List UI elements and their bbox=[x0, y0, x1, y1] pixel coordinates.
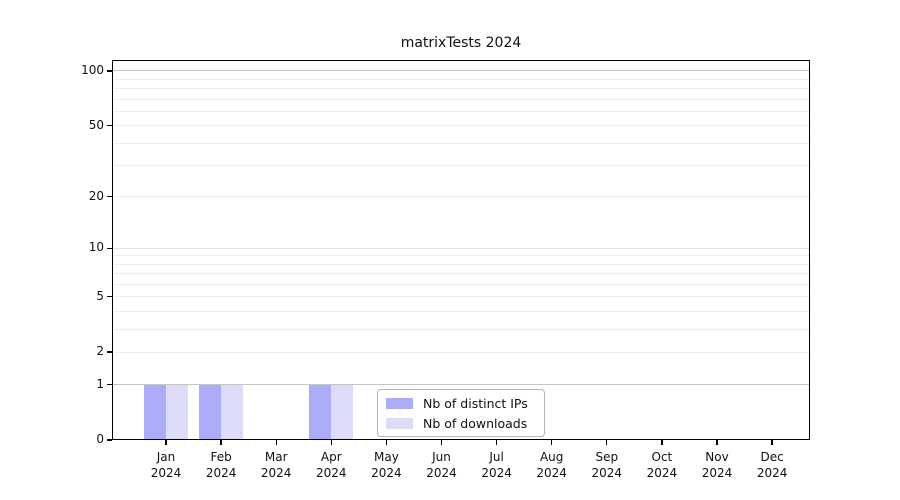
x-tick-label: Feb 2024 bbox=[193, 449, 249, 481]
bar-downloads bbox=[166, 385, 188, 440]
bar-distinct-ips bbox=[144, 385, 166, 440]
legend-label-distinct-ips: Nb of distinct IPs bbox=[423, 396, 528, 411]
gridline bbox=[112, 255, 810, 256]
legend-swatch-downloads bbox=[386, 418, 413, 429]
gridline bbox=[112, 165, 810, 166]
gridline bbox=[112, 329, 810, 330]
x-tick-mark bbox=[661, 440, 662, 445]
x-tick-label: Jul 2024 bbox=[469, 449, 525, 481]
y-tick-mark bbox=[107, 125, 112, 126]
y-tick-label: 1 bbox=[60, 377, 104, 391]
y-tick-label: 0 bbox=[60, 432, 104, 446]
y-tick-label: 10 bbox=[60, 240, 104, 254]
y-tick-mark bbox=[107, 196, 112, 197]
y-tick-mark bbox=[107, 439, 112, 440]
x-tick-mark bbox=[496, 440, 497, 445]
gridline bbox=[112, 296, 810, 297]
gridline bbox=[112, 352, 810, 353]
x-tick-label: Jan 2024 bbox=[138, 449, 194, 481]
x-tick-label: Dec 2024 bbox=[744, 449, 800, 481]
gridline bbox=[112, 248, 810, 249]
x-tick-label: Sep 2024 bbox=[579, 449, 635, 481]
chart-figure: matrixTests 2024 Nb of distinct IPs Nb o… bbox=[0, 0, 900, 500]
legend-item-distinct-ips: Nb of distinct IPs bbox=[386, 395, 536, 412]
y-tick-mark bbox=[107, 351, 112, 352]
x-tick-label: Mar 2024 bbox=[248, 449, 304, 481]
y-tick-label: 100 bbox=[60, 63, 104, 77]
gridline bbox=[112, 143, 810, 144]
y-tick-label: 20 bbox=[60, 189, 104, 203]
y-tick-label: 2 bbox=[60, 344, 104, 358]
gridline bbox=[112, 111, 810, 112]
x-tick-mark bbox=[220, 440, 221, 445]
gridline bbox=[112, 264, 810, 265]
x-tick-mark bbox=[386, 440, 387, 445]
gridline bbox=[112, 99, 810, 100]
x-tick-label: Aug 2024 bbox=[524, 449, 580, 481]
x-tick-label: Nov 2024 bbox=[689, 449, 745, 481]
legend-swatch-distinct-ips bbox=[386, 398, 413, 409]
x-tick-label: May 2024 bbox=[358, 449, 414, 481]
x-tick-label: Apr 2024 bbox=[303, 449, 359, 481]
chart-title: matrixTests 2024 bbox=[112, 35, 810, 51]
x-tick-mark bbox=[165, 440, 166, 445]
gridline bbox=[112, 79, 810, 80]
x-tick-mark bbox=[276, 440, 277, 445]
x-tick-label: Oct 2024 bbox=[634, 449, 690, 481]
y-tick-mark bbox=[107, 248, 112, 249]
gridline bbox=[112, 196, 810, 197]
y-tick-mark bbox=[107, 70, 112, 71]
legend-item-downloads: Nb of downloads bbox=[386, 415, 536, 432]
x-tick-mark bbox=[771, 440, 772, 445]
y-tick-label: 50 bbox=[60, 118, 104, 132]
x-tick-mark bbox=[551, 440, 552, 445]
x-tick-mark bbox=[331, 440, 332, 445]
x-tick-mark bbox=[441, 440, 442, 445]
bar-distinct-ips bbox=[309, 385, 331, 440]
y-tick-mark bbox=[107, 296, 112, 297]
y-tick-label: 5 bbox=[60, 289, 104, 303]
gridline bbox=[112, 273, 810, 274]
gridline bbox=[112, 284, 810, 285]
gridline bbox=[112, 125, 810, 126]
bar-downloads bbox=[331, 385, 353, 440]
x-tick-mark bbox=[606, 440, 607, 445]
x-tick-mark bbox=[716, 440, 717, 445]
legend-label-downloads: Nb of downloads bbox=[423, 416, 527, 431]
gridline bbox=[112, 311, 810, 312]
plot-border bbox=[112, 60, 810, 440]
bar-distinct-ips bbox=[199, 385, 221, 440]
gridline bbox=[112, 70, 810, 71]
x-tick-label: Jun 2024 bbox=[414, 449, 470, 481]
legend: Nb of distinct IPs Nb of downloads bbox=[377, 389, 545, 437]
gridline bbox=[112, 88, 810, 89]
y-tick-mark bbox=[107, 384, 112, 385]
bar-downloads bbox=[221, 385, 243, 440]
